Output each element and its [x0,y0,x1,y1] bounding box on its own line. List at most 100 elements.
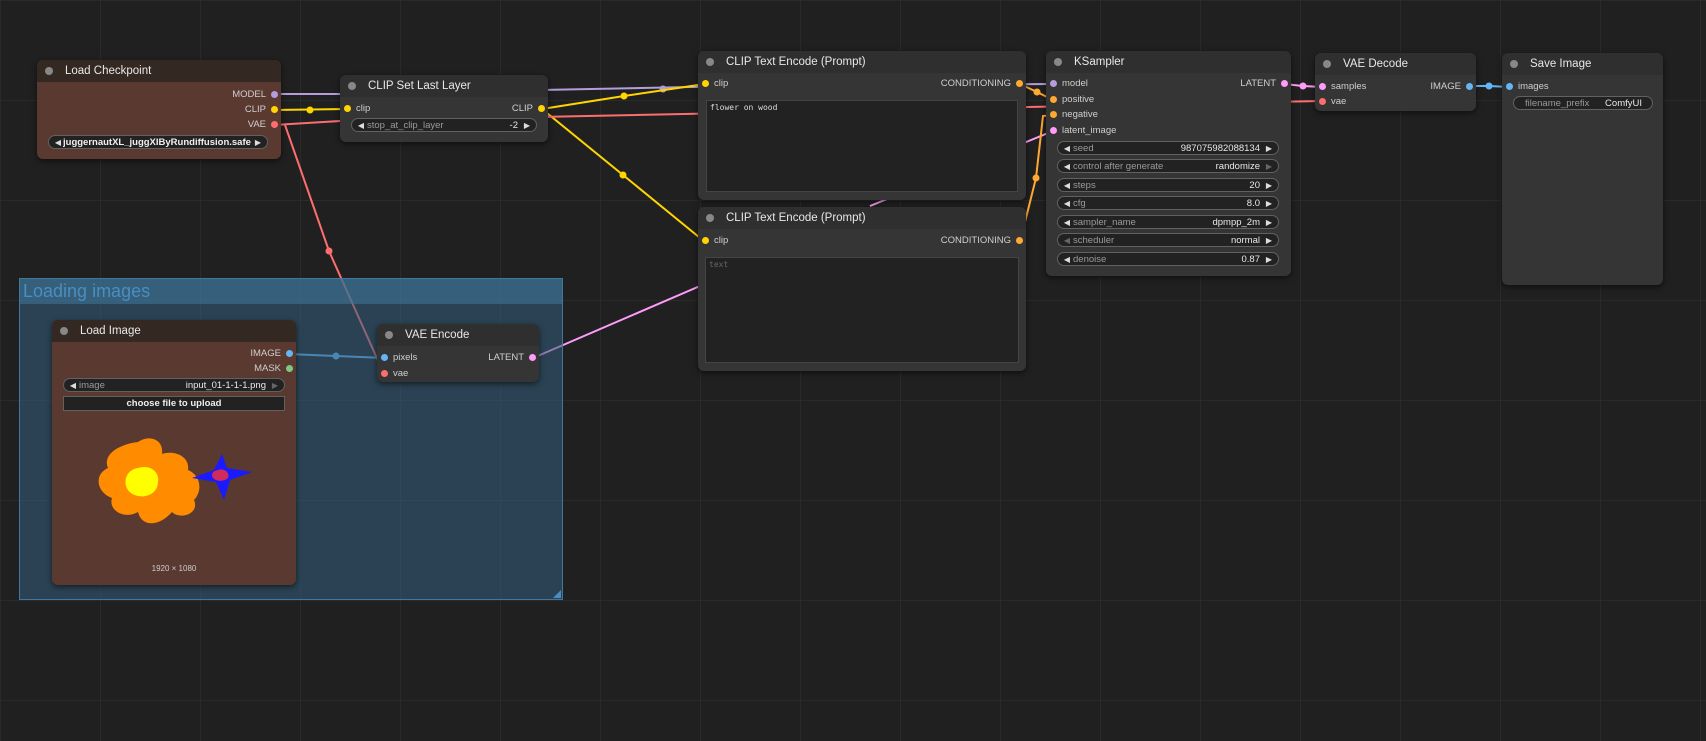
node-title-bar[interactable]: Save Image [1502,53,1663,75]
slot-dot-icon[interactable] [1016,80,1023,87]
output-model[interactable]: MODEL [232,89,278,101]
node-title-bar[interactable]: KSampler [1046,51,1291,73]
input-pixels[interactable]: pixels [381,352,417,364]
slot-dot-icon[interactable] [271,91,278,98]
collapse-dot-icon[interactable] [348,82,356,90]
slot-dot-icon[interactable] [529,354,536,361]
slot-dot-icon[interactable] [702,80,709,87]
arrow-left-icon[interactable]: ◀ [1061,216,1073,230]
input-samples[interactable]: samples [1319,81,1366,93]
arrow-right-icon[interactable]: ▶ [521,119,533,133]
node-title-bar[interactable]: CLIP Text Encode (Prompt) [698,51,1026,73]
output-image[interactable]: IMAGE [250,348,293,360]
seed-widget[interactable]: ◀ seed 987075982088134 ▶ [1057,141,1279,155]
collapse-dot-icon[interactable] [706,214,714,222]
node-load-checkpoint[interactable]: Load Checkpoint MODEL CLIP VAE ◀ juggern… [37,60,281,159]
node-title-bar[interactable]: CLIP Set Last Layer [340,75,548,97]
output-latent[interactable]: LATENT [488,352,536,364]
slot-dot-icon[interactable] [381,354,388,361]
input-vae[interactable]: vae [381,368,408,380]
node-vae-encode[interactable]: VAE Encode pixels vae LATENT [377,324,539,382]
output-conditioning[interactable]: CONDITIONING [941,235,1023,247]
node-clip-set-last-layer[interactable]: CLIP Set Last Layer clip CLIP ◀ stop_at_… [340,75,548,142]
denoise-widget[interactable]: ◀ denoise 0.87 ▶ [1057,252,1279,266]
slot-dot-icon[interactable] [1050,127,1057,134]
ckpt-name-combo[interactable]: ◀ juggernautXL_juggXIByRundiffusion.safe… [48,135,268,149]
collapse-dot-icon[interactable] [45,67,53,75]
collapse-dot-icon[interactable] [60,327,68,335]
sampler-name-widget[interactable]: ◀ sampler_name dpmpp_2m ▶ [1057,215,1279,229]
arrow-right-icon[interactable]: ▶ [1263,216,1275,230]
input-model[interactable]: model [1050,78,1088,90]
output-vae[interactable]: VAE [248,119,278,131]
collapse-dot-icon[interactable] [1323,60,1331,68]
slot-dot-icon[interactable] [1506,83,1513,90]
node-title-bar[interactable]: VAE Encode [377,324,539,346]
output-conditioning[interactable]: CONDITIONING [941,78,1023,90]
arrow-left-icon[interactable]: ◀ [1061,197,1073,211]
node-ksampler[interactable]: KSampler model positive negative latent_… [1046,51,1291,276]
node-title-bar[interactable]: CLIP Text Encode (Prompt) [698,207,1026,229]
choose-file-upload-button[interactable]: choose file to upload [63,396,285,411]
node-save-image[interactable]: Save Image images filename_prefix ComfyU… [1502,53,1663,285]
cfg-widget[interactable]: ◀ cfg 8.0 ▶ [1057,196,1279,210]
slot-dot-icon[interactable] [344,105,351,112]
arrow-right-icon[interactable]: ▶ [1263,179,1275,193]
scheduler-widget[interactable]: ◀ scheduler normal ▶ [1057,233,1279,247]
node-load-image[interactable]: Load Image IMAGE MASK ◀ image input_01-1… [52,320,296,585]
slot-dot-icon[interactable] [1466,83,1473,90]
input-negative[interactable]: negative [1050,109,1098,121]
output-clip[interactable]: CLIP [245,104,278,116]
node-title-bar[interactable]: VAE Decode [1315,53,1476,75]
slot-dot-icon[interactable] [1016,237,1023,244]
group-title[interactable]: Loading images [20,279,562,304]
arrow-left-icon[interactable]: ◀ [1061,253,1073,267]
input-positive[interactable]: positive [1050,94,1094,106]
arrow-right-icon[interactable]: ▶ [1263,253,1275,267]
slot-dot-icon[interactable] [1319,83,1326,90]
arrow-left-icon[interactable]: ◀ [67,379,79,393]
collapse-dot-icon[interactable] [385,331,393,339]
prompt-text-area[interactable]: text [705,257,1019,363]
node-title-bar[interactable]: Load Checkpoint [37,60,281,82]
slot-dot-icon[interactable] [1050,80,1057,87]
arrow-right-icon[interactable]: ▶ [1263,160,1275,174]
input-clip[interactable]: clip [702,78,728,90]
input-vae[interactable]: vae [1319,96,1346,108]
slot-dot-icon[interactable] [381,370,388,377]
collapse-dot-icon[interactable] [1510,60,1518,68]
collapse-dot-icon[interactable] [706,58,714,66]
control-after-generate-widget[interactable]: ◀ control after generate randomize ▶ [1057,159,1279,173]
slot-dot-icon[interactable] [286,365,293,372]
slot-dot-icon[interactable] [538,105,545,112]
node-title-bar[interactable]: Load Image [52,320,296,342]
input-latent-image[interactable]: latent_image [1050,125,1116,137]
arrow-right-icon[interactable]: ▶ [269,379,281,393]
node-vae-decode[interactable]: VAE Decode samples vae IMAGE [1315,53,1476,111]
arrow-right-icon[interactable]: ▶ [252,136,264,150]
arrow-left-icon[interactable]: ◀ [1061,142,1073,156]
slot-dot-icon[interactable] [1281,80,1288,87]
node-clip-text-encode-negative[interactable]: CLIP Text Encode (Prompt) clip CONDITION… [698,207,1026,371]
arrow-left-icon[interactable]: ◀ [1061,160,1073,174]
prompt-text-area[interactable]: flower on wood [706,100,1018,192]
group-resize-handle[interactable] [553,590,561,598]
input-images[interactable]: images [1506,81,1549,93]
input-clip[interactable]: clip [344,103,370,115]
arrow-right-icon[interactable]: ▶ [1263,197,1275,211]
slot-dot-icon[interactable] [271,106,278,113]
filename-prefix-widget[interactable]: filename_prefix ComfyUI [1513,96,1653,110]
output-mask[interactable]: MASK [254,363,293,375]
arrow-left-icon[interactable]: ◀ [355,119,367,133]
node-clip-text-encode-positive[interactable]: CLIP Text Encode (Prompt) clip CONDITION… [698,51,1026,200]
slot-dot-icon[interactable] [286,350,293,357]
slot-dot-icon[interactable] [1050,111,1057,118]
output-latent[interactable]: LATENT [1240,78,1288,90]
arrow-right-icon[interactable]: ▶ [1263,142,1275,156]
slot-dot-icon[interactable] [271,121,278,128]
arrow-right-icon[interactable]: ▶ [1263,234,1275,248]
output-image[interactable]: IMAGE [1430,81,1473,93]
output-clip[interactable]: CLIP [512,103,545,115]
arrow-left-icon[interactable]: ◀ [1061,234,1073,248]
input-clip[interactable]: clip [702,235,728,247]
